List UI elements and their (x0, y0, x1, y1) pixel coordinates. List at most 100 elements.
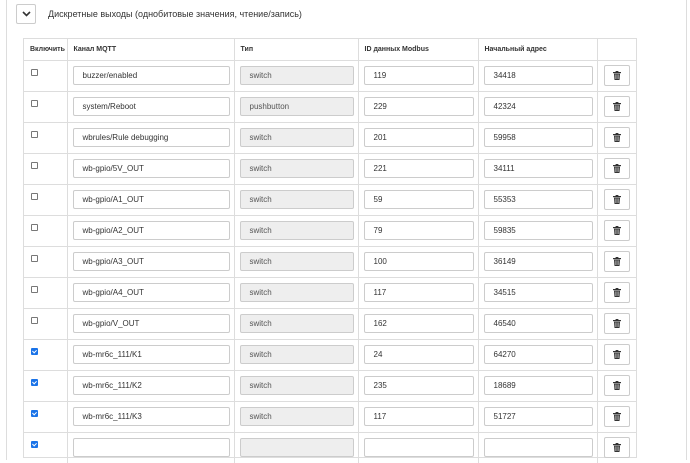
start-address-input[interactable]: 59958 (483, 128, 593, 147)
modbus-id-input[interactable]: 117 (363, 283, 474, 302)
start-address-input[interactable] (483, 438, 593, 458)
enable-checkbox[interactable] (31, 379, 38, 386)
delete-row-button[interactable] (603, 406, 630, 427)
table-body: buzzer/enabled switch 119 34418 system/Reboo… (24, 59, 636, 463)
table-row: wb-gpio/A3_OUT switch 100 36149 (24, 245, 636, 277)
table-row: wb-gpio/A4_OUT switch 117 34515 (24, 276, 636, 308)
modbus-id-input[interactable]: 201 (363, 128, 474, 147)
header-type: Тип (234, 39, 359, 61)
enable-checkbox[interactable] (31, 131, 38, 138)
trash-icon (612, 319, 621, 328)
table-row: wb-gpio/A1_OUT switch 59 55353 (24, 183, 636, 215)
header-modbus-id: ID данных Modbus (358, 39, 479, 61)
delete-row-button[interactable] (603, 220, 630, 241)
table-row: system/Reboot pushbutton 229 42324 (24, 90, 636, 122)
modbus-id-input[interactable]: 162 (363, 314, 474, 333)
trash-icon (612, 257, 621, 266)
mqtt-channel-input[interactable]: buzzer/enabled (72, 66, 230, 85)
table-row: wb-gpio/5V_OUT switch 221 34111 (24, 152, 636, 184)
mqtt-channel-input[interactable]: system/Reboot (72, 97, 230, 116)
modbus-id-input[interactable]: 100 (363, 252, 474, 271)
start-address-input[interactable]: 64270 (483, 345, 593, 364)
section-title: Дискретные выходы (однобитовые значения,… (48, 9, 302, 19)
enable-checkbox[interactable] (31, 286, 38, 293)
delete-row-button[interactable] (603, 158, 630, 179)
start-address-input[interactable]: 59835 (483, 221, 593, 240)
start-address-input[interactable]: 18689 (483, 376, 593, 395)
type-field: switch (239, 128, 354, 147)
trash-icon (612, 195, 621, 204)
start-address-input[interactable]: 42324 (483, 97, 593, 116)
enable-checkbox[interactable] (31, 441, 38, 449)
table-row: wb-mr6c_111/K2 switch 235 18689 (24, 369, 636, 401)
enable-checkbox[interactable] (31, 193, 38, 200)
trash-icon (612, 412, 621, 421)
delete-row-button[interactable] (603, 251, 630, 272)
mqtt-channel-input[interactable]: wb-gpio/A4_OUT (72, 283, 230, 302)
start-address-input[interactable]: 34515 (483, 283, 593, 302)
mqtt-channel-input[interactable]: wb-gpio/V_OUT (72, 314, 230, 333)
type-field: switch (239, 314, 354, 333)
delete-row-button[interactable] (603, 65, 630, 86)
table-row: wb-mr6c_111/K3 switch 117 51727 (24, 400, 636, 432)
delete-row-button[interactable] (603, 437, 630, 459)
modbus-id-input[interactable]: 24 (363, 345, 474, 364)
delete-row-button[interactable] (603, 282, 630, 303)
table-row: wb-gpio/A2_OUT switch 79 59835 (24, 214, 636, 246)
mqtt-channel-input[interactable]: wb-mr6c_111/K3 (72, 407, 230, 426)
type-field: switch (239, 159, 354, 178)
enable-checkbox[interactable] (31, 317, 38, 324)
mqtt-channel-input[interactable]: wb-mr6c_111/K2 (72, 376, 230, 395)
start-address-input[interactable]: 55353 (483, 190, 593, 209)
discrete-outputs-table: Включить Канал MQTT Тип ID данных Modbus… (23, 38, 637, 463)
modbus-id-input[interactable]: 229 (363, 97, 474, 116)
section-header: Дискретные выходы (однобитовые значения,… (16, 0, 676, 28)
header-enable: Включить (24, 39, 68, 61)
modbus-id-input[interactable]: 235 (363, 376, 474, 395)
mqtt-channel-input[interactable]: wbrules/Rule debugging (72, 128, 230, 147)
delete-row-button[interactable] (603, 313, 630, 334)
modbus-id-input[interactable] (363, 438, 474, 458)
start-address-input[interactable]: 34111 (483, 159, 593, 178)
table-row (24, 431, 636, 463)
chevron-down-icon (21, 11, 31, 17)
start-address-input[interactable]: 34418 (483, 66, 593, 85)
mqtt-channel-input[interactable] (72, 438, 230, 458)
enable-checkbox[interactable] (31, 69, 38, 76)
start-address-input[interactable]: 36149 (483, 252, 593, 271)
type-field (239, 438, 354, 458)
type-field: switch (239, 376, 354, 395)
header-start-address: Начальный адрес (478, 39, 598, 61)
trash-icon (612, 381, 621, 390)
delete-row-button[interactable] (603, 127, 630, 148)
mqtt-channel-input[interactable]: wb-mr6c_111/K1 (72, 345, 230, 364)
type-field: switch (239, 283, 354, 302)
start-address-input[interactable]: 51727 (483, 407, 593, 426)
trash-icon (612, 350, 621, 359)
enable-checkbox[interactable] (31, 162, 38, 169)
delete-row-button[interactable] (603, 96, 630, 117)
collapse-toggle-button[interactable] (16, 4, 36, 24)
enable-checkbox[interactable] (31, 255, 38, 262)
modbus-id-input[interactable]: 119 (363, 66, 474, 85)
modbus-id-input[interactable]: 117 (363, 407, 474, 426)
trash-icon (612, 164, 621, 173)
delete-row-button[interactable] (603, 375, 630, 396)
enable-checkbox[interactable] (31, 410, 38, 417)
modbus-id-input[interactable]: 59 (363, 190, 474, 209)
delete-row-button[interactable] (603, 344, 630, 365)
type-field: pushbutton (239, 97, 354, 116)
type-field: switch (239, 66, 354, 85)
enable-checkbox[interactable] (31, 224, 38, 231)
modbus-id-input[interactable]: 221 (363, 159, 474, 178)
mqtt-channel-input[interactable]: wb-gpio/A3_OUT (72, 252, 230, 271)
enable-checkbox[interactable] (31, 100, 38, 107)
mqtt-channel-input[interactable]: wb-gpio/5V_OUT (72, 159, 230, 178)
start-address-input[interactable]: 46540 (483, 314, 593, 333)
modbus-id-input[interactable]: 79 (363, 221, 474, 240)
mqtt-channel-input[interactable]: wb-gpio/A2_OUT (72, 221, 230, 240)
delete-row-button[interactable] (603, 189, 630, 210)
enable-checkbox[interactable] (31, 348, 38, 355)
mqtt-channel-input[interactable]: wb-gpio/A1_OUT (72, 190, 230, 209)
type-field: switch (239, 221, 354, 240)
